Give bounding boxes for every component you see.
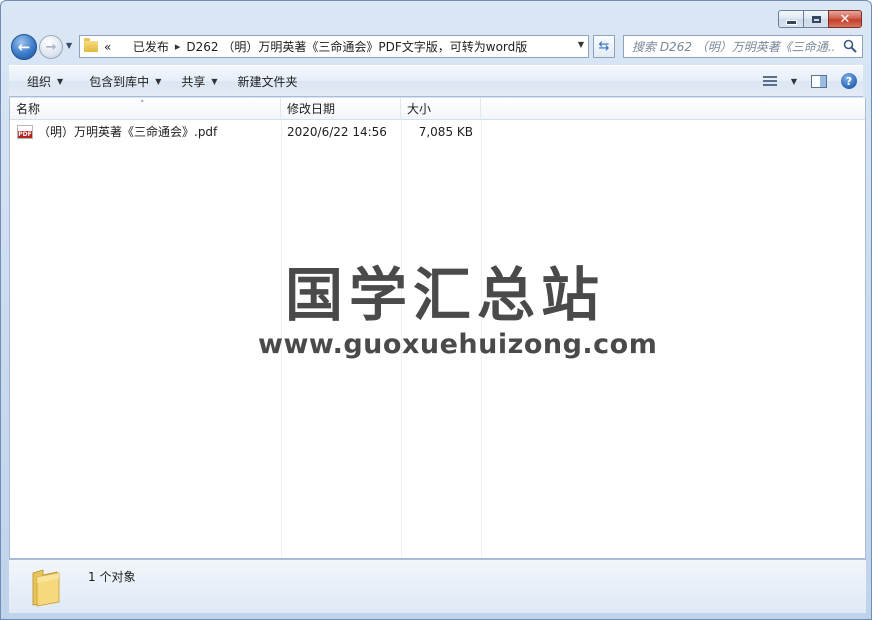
minimize-icon xyxy=(785,19,797,25)
arrow-right-icon: → xyxy=(45,39,57,55)
recent-pages-button[interactable]: ▼ xyxy=(66,41,72,50)
details-pane: 1 个对象 xyxy=(9,559,866,613)
column-name-label: 名称 xyxy=(16,102,41,116)
close-icon: ✕ xyxy=(839,11,851,27)
column-header-name[interactable]: 名称 ˄ xyxy=(10,98,281,120)
file-date: 2020/6/22 14:56 xyxy=(287,125,387,139)
breadcrumb-separator-icon[interactable]: ▸ xyxy=(175,40,181,53)
breadcrumb-item[interactable]: 已发布 xyxy=(133,38,169,55)
file-row[interactable]: PDF （明）万明英著《三命通会》.pdf 2020/6/22 14:56 7,… xyxy=(10,121,867,143)
search-icon[interactable] xyxy=(843,39,857,53)
column-header-size[interactable]: 大小 xyxy=(401,98,481,120)
chevron-down-icon: ▼ xyxy=(211,76,218,86)
address-dropdown-icon[interactable]: ▼ xyxy=(578,40,584,49)
help-icon[interactable]: ? xyxy=(841,73,857,89)
folder-icon xyxy=(32,569,60,607)
forward-button[interactable]: → xyxy=(39,35,63,59)
file-size: 7,085 KB xyxy=(418,125,473,139)
share-menu[interactable]: 共享 ▼ xyxy=(171,69,227,93)
column-header-date[interactable]: 修改日期 xyxy=(281,98,401,120)
file-list-view: 名称 ˄ 修改日期 大小 PDF （明）万明英著《三命通会》.pdf 2020/… xyxy=(9,98,866,559)
item-count: 1 个对象 xyxy=(88,570,136,584)
share-label: 共享 xyxy=(181,74,206,89)
column-header-row: 名称 ˄ 修改日期 大小 xyxy=(10,98,865,120)
column-date-label: 修改日期 xyxy=(287,102,336,116)
maximize-icon xyxy=(811,15,821,23)
explorer-window: ✕ ← → ▼ « ▸ 已发布 ▸ D262 （明）万明英著《三命通会》PDF文… xyxy=(0,0,872,620)
new-folder-label: 新建文件夹 xyxy=(237,74,298,89)
pdf-file-icon: PDF xyxy=(17,125,33,139)
watermark-url: www.guoxuehuizong.com xyxy=(258,329,658,360)
breadcrumb-overflow[interactable]: « xyxy=(104,40,111,54)
preview-pane-icon[interactable] xyxy=(811,74,827,88)
breadcrumb-item[interactable]: D262 （明）万明英著《三命通会》PDF文字版，可转为word版 xyxy=(186,38,527,55)
chevron-down-icon: ▼ xyxy=(155,76,162,86)
chevron-down-icon[interactable]: ▼ xyxy=(791,77,797,86)
minimize-button[interactable] xyxy=(778,10,803,28)
organize-menu[interactable]: 组织 ▼ xyxy=(17,69,73,93)
organize-label: 组织 xyxy=(27,74,52,89)
address-bar[interactable]: « ▸ 已发布 ▸ D262 （明）万明英著《三命通会》PDF文字版，可转为wo… xyxy=(79,35,589,58)
file-name: （明）万明英著《三命通会》.pdf xyxy=(38,125,218,139)
include-in-library-menu[interactable]: 包含到库中 ▼ xyxy=(79,69,171,93)
command-bar: 组织 ▼ 包含到库中 ▼ 共享 ▼ 新建文件夹 ▼ ? xyxy=(9,65,863,97)
search-box[interactable]: 搜索 D262 （明）万明英著《三命通... xyxy=(623,35,863,58)
command-bar-right: ▼ ? xyxy=(759,73,863,89)
change-view-icon[interactable] xyxy=(762,75,777,87)
back-button[interactable]: ← xyxy=(11,34,37,60)
sort-ascending-icon: ˄ xyxy=(140,100,145,110)
search-input[interactable]: 搜索 D262 （明）万明英著《三命通... xyxy=(624,38,836,55)
maximize-button[interactable] xyxy=(803,10,828,28)
arrow-left-icon: ← xyxy=(17,38,31,56)
navigation-bar: ← → ▼ « ▸ 已发布 ▸ D262 （明）万明英著《三命通会》PDF文字版… xyxy=(9,34,863,60)
column-size-label: 大小 xyxy=(407,102,432,116)
chevron-down-icon: ▼ xyxy=(57,76,64,86)
refresh-button[interactable]: ⇆ xyxy=(593,35,615,58)
new-folder-button[interactable]: 新建文件夹 xyxy=(228,69,308,93)
close-button[interactable]: ✕ xyxy=(828,10,862,28)
include-in-library-label: 包含到库中 xyxy=(89,74,150,89)
watermark-title: 国学汇总站 xyxy=(284,261,605,329)
caption-buttons: ✕ xyxy=(778,10,862,28)
folder-icon xyxy=(84,38,98,52)
chevron-down-icon: ▼ xyxy=(66,41,73,50)
refresh-icon: ⇆ xyxy=(598,39,610,54)
